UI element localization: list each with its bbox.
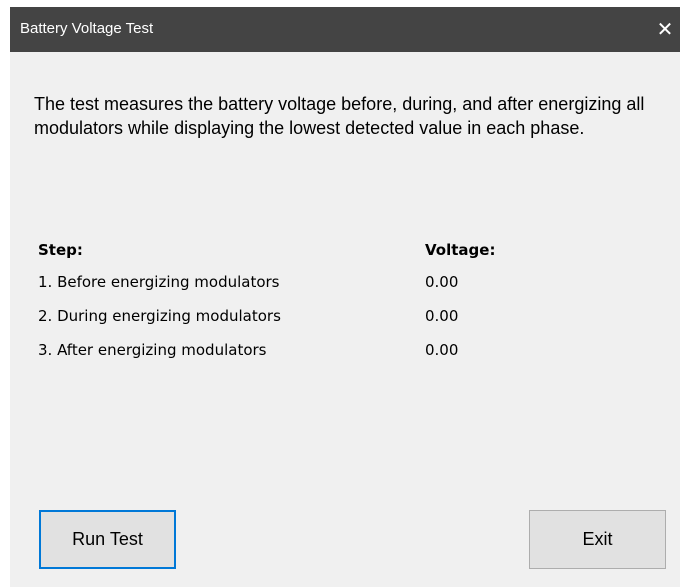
title-bar[interactable]: Battery Voltage Test ✕ (10, 7, 680, 52)
window-title: Battery Voltage Test (20, 20, 154, 37)
table-row: 2. During energizing modulators 0.00 (38, 301, 638, 335)
run-test-button[interactable]: Run Test (39, 510, 176, 569)
table-row: 3. After energizing modulators 0.00 (38, 335, 638, 369)
battery-voltage-dialog: Battery Voltage Test ✕ The test measures… (10, 7, 680, 587)
step-label: 2. During energizing modulators (38, 307, 281, 325)
voltage-value: 0.00 (425, 341, 459, 359)
step-label: 1. Before energizing modulators (38, 273, 280, 291)
voltage-table: Step: Voltage: 1. Before energizing modu… (38, 235, 638, 369)
voltage-column-header: Voltage: (425, 241, 496, 259)
close-icon[interactable]: ✕ (650, 7, 680, 52)
step-label: 3. After energizing modulators (38, 341, 267, 359)
voltage-value: 0.00 (425, 273, 459, 291)
exit-button[interactable]: Exit (529, 510, 666, 569)
step-column-header: Step: (38, 241, 83, 259)
table-header-row: Step: Voltage: (38, 235, 638, 267)
test-description: The test measures the battery voltage be… (34, 94, 645, 138)
table-row: 1. Before energizing modulators 0.00 (38, 267, 638, 301)
voltage-value: 0.00 (425, 307, 459, 325)
screen: Battery Voltage Test ✕ The test measures… (0, 0, 680, 587)
